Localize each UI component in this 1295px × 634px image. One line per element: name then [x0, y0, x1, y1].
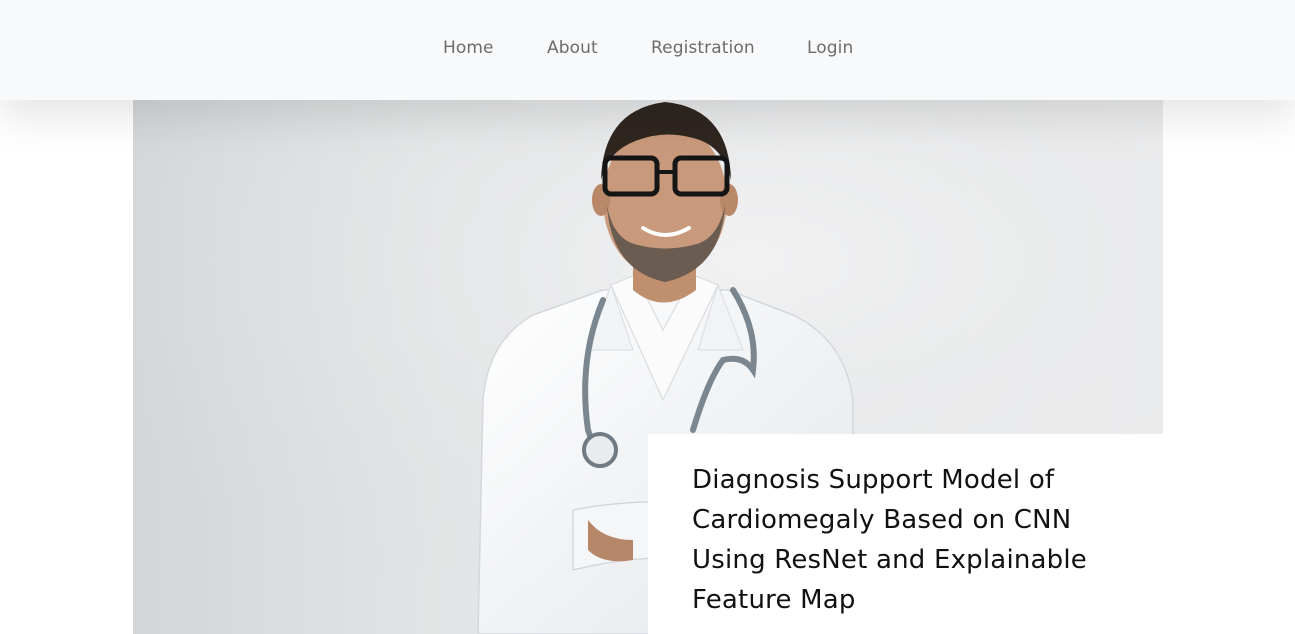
caption-panel: Diagnosis Support Model of Cardiomegaly …: [648, 434, 1163, 634]
nav-link-home[interactable]: Home: [443, 38, 494, 58]
top-navbar: Home About Registration Login: [0, 0, 1295, 100]
hero-title: Diagnosis Support Model of Cardiomegaly …: [692, 465, 1088, 615]
nav-menu: Home About Registration Login: [0, 0, 1295, 100]
nav-link-login[interactable]: Login: [807, 38, 853, 58]
nav-link-registration[interactable]: Registration: [651, 38, 755, 58]
nav-link-about[interactable]: About: [547, 38, 598, 58]
